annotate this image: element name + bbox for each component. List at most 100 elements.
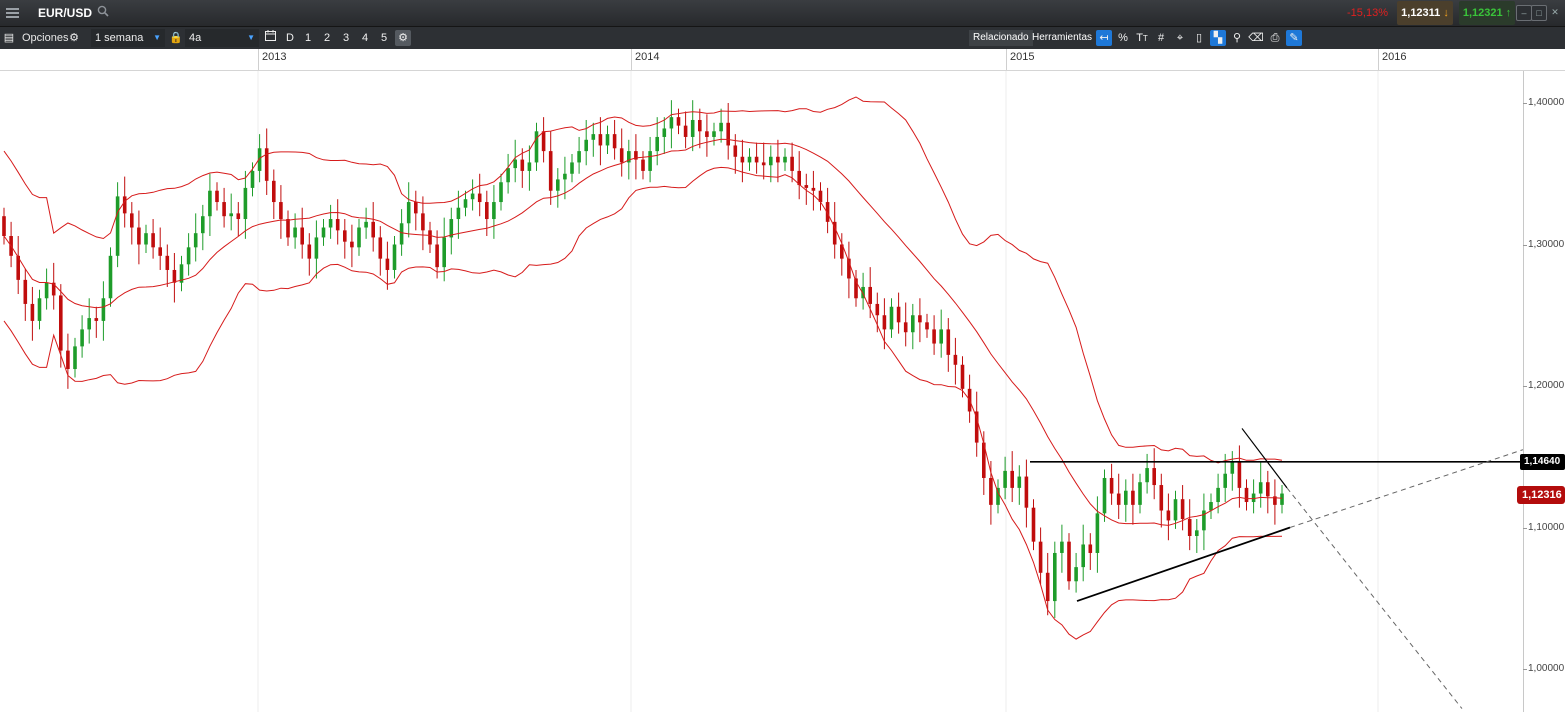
chevron-down-icon: ▼ [153, 33, 161, 42]
candle-down [698, 119, 702, 132]
candle-down [1067, 541, 1071, 582]
cursor-tool-icon[interactable]: ↤ [1096, 30, 1112, 46]
maximize-icon[interactable]: □ [1531, 5, 1547, 21]
candle-up [115, 196, 120, 256]
year-label: 2016 [1378, 49, 1406, 70]
tools-button[interactable]: Herramientas [1028, 30, 1096, 46]
candle-up [769, 156, 773, 166]
crosshair-icon[interactable]: ⌖ [1172, 30, 1188, 46]
price-chart[interactable] [0, 71, 1565, 712]
candle-up [605, 134, 610, 146]
candle-down [790, 156, 794, 171]
candle-down [343, 230, 347, 242]
candle-up [584, 139, 588, 152]
candle-down [428, 230, 432, 245]
candle-up [712, 131, 716, 137]
candle-up [193, 233, 198, 248]
candle-up [1003, 470, 1007, 488]
price-change: -15,13% [1347, 7, 1388, 19]
settings-gear-icon[interactable]: ⚙ [395, 30, 411, 46]
range-select[interactable]: 4a ▼ [185, 29, 259, 47]
period-button-1[interactable]: 1 [300, 30, 316, 46]
candle-up [506, 168, 510, 183]
candle-up [655, 136, 659, 152]
candle-down [350, 241, 354, 248]
buy-price-button[interactable]: 1,12321 ↑ [1459, 1, 1515, 25]
candle-type-icon[interactable]: ▯ [1191, 30, 1207, 46]
period-button-5[interactable]: 5 [376, 30, 392, 46]
sell-price-button[interactable]: 1,12311 ↓ [1397, 1, 1453, 25]
candle-down [272, 180, 276, 203]
candle-up [229, 213, 233, 217]
candle-up [392, 244, 397, 270]
candle-down [726, 122, 730, 146]
panel-icon[interactable]: ▤ [1, 30, 17, 46]
candle-up [527, 162, 532, 171]
period-button-3[interactable]: 3 [338, 30, 354, 46]
period-day-button[interactable]: D [282, 30, 298, 46]
print-icon[interactable]: ⎙ [1267, 30, 1283, 46]
interval-value: 1 semana [95, 32, 144, 44]
candle-down [1266, 482, 1270, 497]
candle-down [421, 213, 425, 231]
price-axis-label: 1,30000 [1528, 238, 1565, 250]
candle-up [1017, 476, 1022, 488]
percent-button[interactable]: % [1115, 30, 1131, 46]
candle-down [1237, 462, 1242, 488]
price-axis-tick [1523, 103, 1527, 104]
candle-down [520, 159, 525, 171]
draw-tool-icon[interactable]: ✎ [1286, 30, 1302, 46]
candle-down [1131, 490, 1135, 505]
candle-down [1045, 572, 1050, 602]
indicator-icon[interactable]: ▚ [1210, 30, 1226, 46]
calendar-icon[interactable] [262, 30, 278, 46]
eraser-icon[interactable]: ⌫ [1248, 30, 1264, 46]
period-button-2[interactable]: 2 [319, 30, 335, 46]
studies-icon[interactable]: ⚲ [1229, 30, 1245, 46]
candle-down [946, 329, 951, 355]
candle-up [648, 151, 652, 171]
candle-down [279, 202, 283, 220]
candle-up [513, 159, 517, 169]
candle-up [1053, 552, 1057, 602]
candle-down [264, 148, 269, 181]
candle-up [463, 199, 468, 208]
candle-down [335, 219, 340, 231]
candle-down [165, 255, 170, 270]
minimize-icon[interactable]: – [1516, 5, 1532, 21]
related-button[interactable]: Relacionado [969, 30, 1033, 46]
candle-up [1124, 490, 1128, 505]
candle-down [989, 477, 993, 505]
lock-icon[interactable]: 🔒 [168, 30, 184, 46]
text-tool-icon[interactable]: TT [1134, 30, 1150, 46]
candle-down [1109, 477, 1114, 494]
candle-up [73, 346, 77, 370]
candle-up [556, 179, 560, 191]
candle-down [371, 221, 375, 238]
search-icon[interactable] [97, 0, 109, 26]
gear-icon[interactable]: ⚙ [66, 30, 82, 46]
candle-up [208, 190, 212, 217]
buy-price: 1,12321 [1462, 7, 1503, 19]
candle-down [740, 156, 745, 163]
candle-up [470, 193, 475, 200]
candle-down [30, 303, 35, 321]
hamburger-menu-icon[interactable] [6, 0, 20, 26]
price-axis-label: 1,20000 [1528, 380, 1565, 391]
candle-up [1216, 487, 1220, 503]
candle-down [932, 329, 936, 344]
candle-up [1223, 473, 1227, 488]
interval-select[interactable]: 1 semana ▼ [91, 29, 165, 47]
candle-down [918, 315, 922, 323]
price-axis-line [1523, 71, 1524, 712]
bollinger-middle-band [3, 138, 1283, 526]
grid-icon[interactable]: # [1153, 30, 1169, 46]
candle-up [250, 170, 255, 188]
candle-up [186, 247, 191, 265]
close-icon[interactable]: ✕ [1548, 5, 1562, 19]
candle-down [974, 411, 979, 443]
candle-down [1116, 493, 1121, 505]
options-label[interactable]: Opciones [22, 27, 68, 49]
period-button-4[interactable]: 4 [357, 30, 373, 46]
candle-down [598, 134, 603, 146]
